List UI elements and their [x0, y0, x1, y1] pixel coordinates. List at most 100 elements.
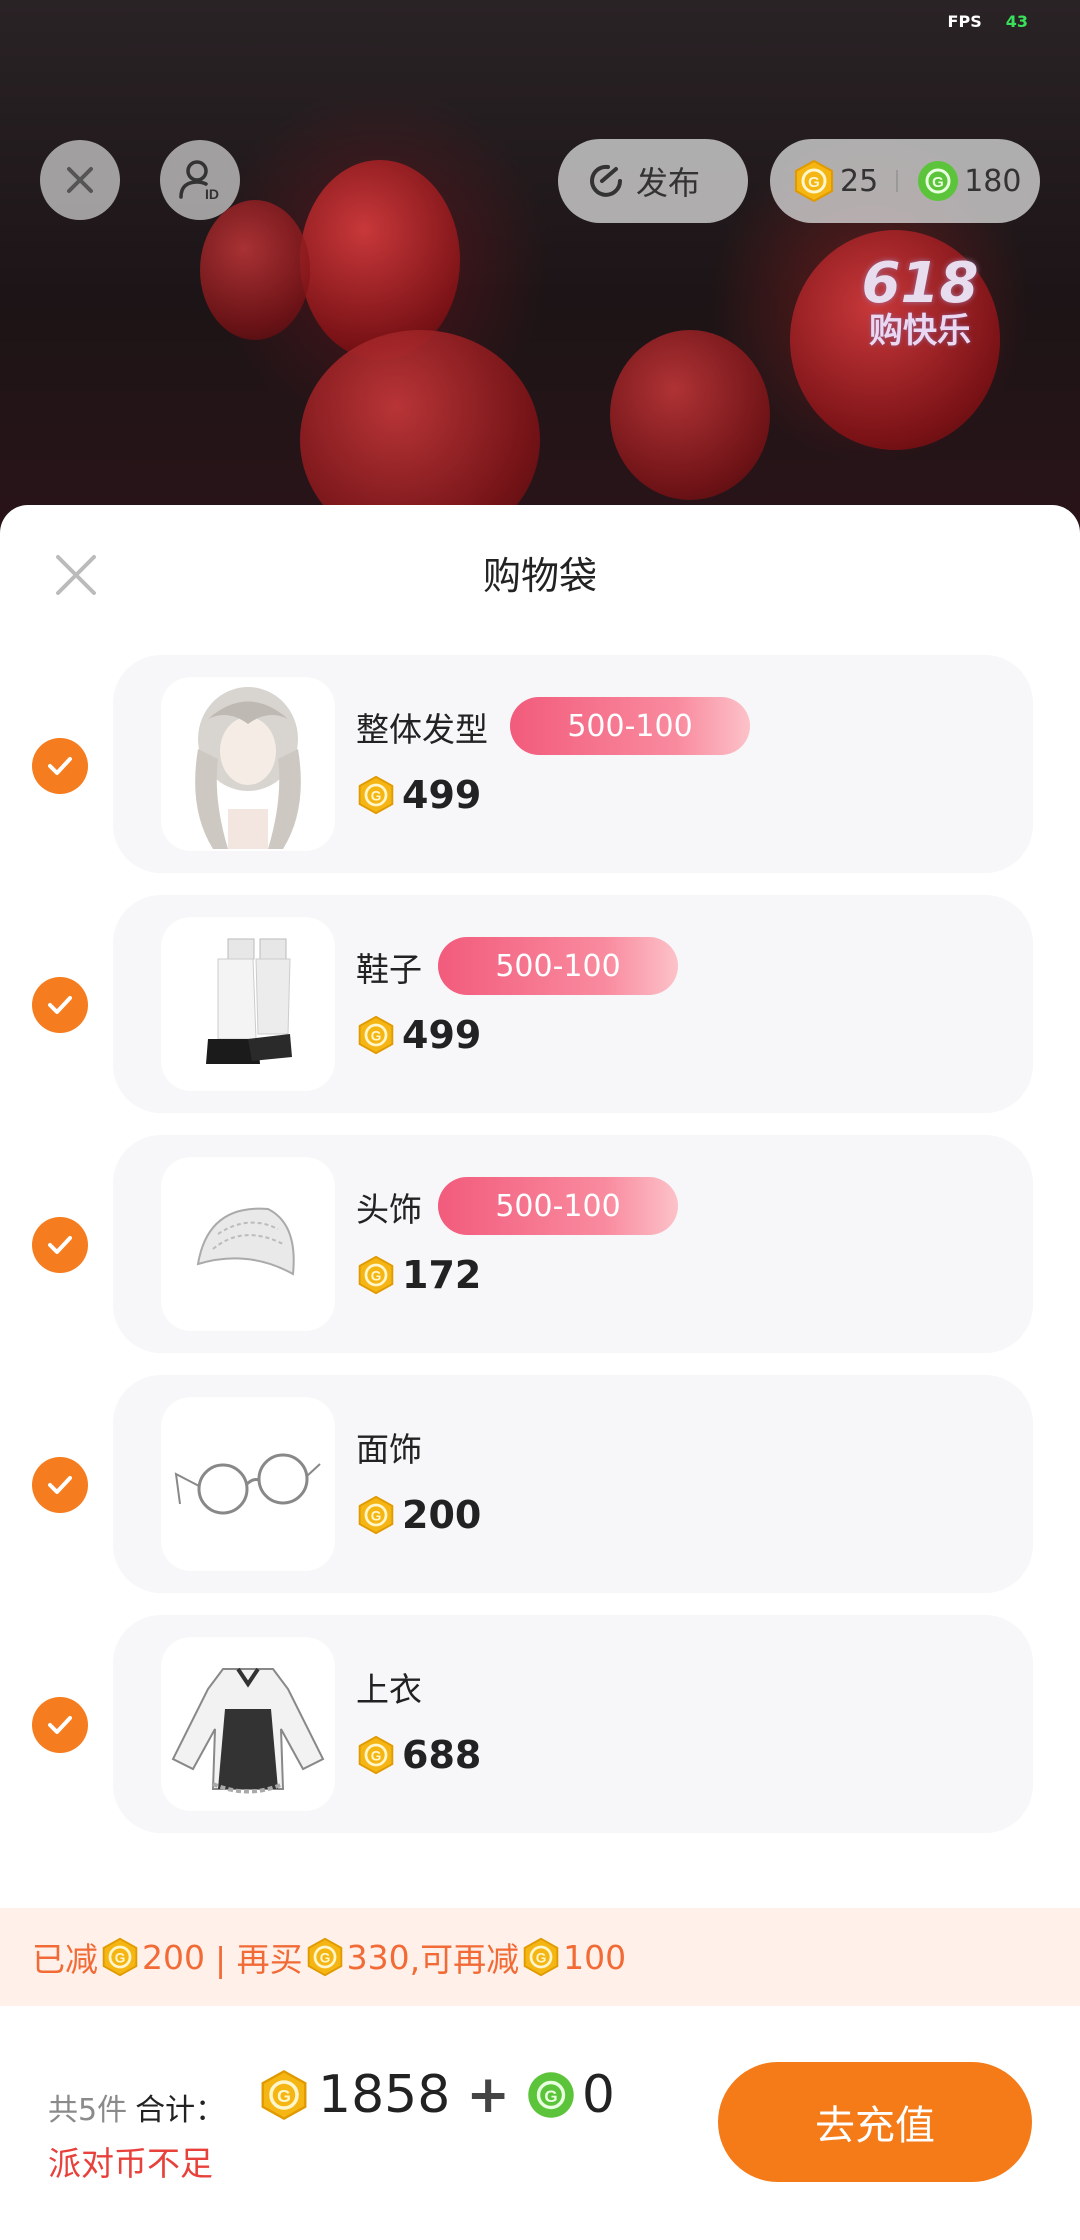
promo-badge: 500-100 — [438, 1177, 678, 1235]
publish-icon — [590, 164, 622, 197]
svg-text:G: G — [371, 1268, 382, 1283]
item-price-value: 172 — [402, 1253, 482, 1297]
green-coin-count: 180 — [964, 163, 1022, 199]
can-reduce-amount: 100 — [563, 1937, 627, 1977]
top-icon — [171, 1667, 325, 1794]
hairstyle-icon — [195, 687, 301, 849]
svg-text:G: G — [371, 1508, 382, 1523]
item-checkbox[interactable] — [32, 738, 88, 794]
svg-text:G: G — [932, 174, 944, 191]
plus-sign: + — [466, 2065, 510, 2125]
checkmark-icon — [48, 1716, 72, 1734]
total-gold-value: 1858 — [318, 2065, 451, 2125]
gold-coin-icon: G — [307, 1937, 342, 1977]
svg-text:G: G — [371, 1028, 382, 1043]
close-icon — [67, 167, 93, 193]
gold-coin-icon: G — [261, 2070, 307, 2120]
item-checkbox[interactable] — [32, 1217, 88, 1273]
item-count: 共5件 — [48, 2093, 128, 2128]
gold-coin-icon: G — [523, 1937, 559, 1977]
item-price: G 499 — [356, 773, 481, 817]
gold-coin-icon: G — [358, 1495, 394, 1535]
item-thumbnail — [161, 917, 335, 1091]
discount-bar: 已减 G 200 | 再买 G 330 ,可再减 G 100 — [0, 1908, 1080, 2006]
item-price-value: 499 — [402, 773, 482, 817]
game-background: FPS 43 ID 发布 G 25 G 180 618 购快乐 — [0, 0, 1080, 540]
checkmark-icon — [48, 1476, 72, 1494]
svg-text:G: G — [544, 2087, 557, 2106]
total-price: G 1858 + G 0 — [258, 2065, 615, 2125]
fps-value: 43 — [1005, 12, 1028, 31]
item-thumbnail — [161, 1637, 335, 1811]
glasses-icon — [174, 1453, 321, 1515]
item-checkbox[interactable] — [32, 977, 88, 1033]
event-618-badge[interactable]: 618 购快乐 — [830, 251, 1010, 395]
currency-display[interactable]: G 25 G 180 — [770, 139, 1040, 223]
event-badge-number: 618 — [861, 251, 979, 316]
item-price: G 499 — [356, 1013, 481, 1057]
profile-id-button[interactable]: ID — [160, 140, 240, 220]
fps-counter: FPS 43 — [948, 12, 1028, 31]
cart-item-shoes[interactable]: 鞋子 500-100 G 499 — [113, 895, 1033, 1113]
green-coin-icon: G — [918, 161, 959, 201]
item-checkbox[interactable] — [32, 1697, 88, 1753]
svg-text:G: G — [115, 1950, 126, 1965]
insufficient-funds-warning: 派对币不足 — [48, 2144, 213, 2183]
reduced-label: 已减 — [32, 1940, 98, 1979]
cart-item-hairstyle[interactable]: 整体发型 500-100 G 499 — [113, 655, 1033, 873]
recharge-button[interactable]: 去充值 — [718, 2062, 1032, 2182]
gold-coin-icon: G — [358, 775, 394, 815]
svg-text:G: G — [808, 174, 820, 191]
checkmark-icon — [48, 757, 72, 775]
shopping-bag-sheet: 购物袋 整体发型 500-100 G 499 鞋子 500-100 G 499 … — [0, 505, 1080, 2240]
close-button[interactable] — [40, 140, 120, 220]
item-name: 鞋子 — [356, 950, 422, 989]
event-badge-text: 购快乐 — [869, 310, 971, 351]
item-thumbnail — [161, 1397, 335, 1571]
buy-more-label: | 再买 — [215, 1940, 303, 1979]
total-green-value: 0 — [581, 2065, 616, 2125]
item-price: G 688 — [356, 1733, 481, 1777]
headwear-icon — [196, 1207, 295, 1276]
currency-divider — [896, 170, 899, 192]
item-name: 面饰 — [356, 1430, 422, 1469]
footer-summary: 共5件 合计： — [48, 2085, 225, 2129]
gold-coin-count: 25 — [840, 163, 879, 199]
item-name: 整体发型 — [356, 710, 488, 749]
gold-coin-icon: G — [358, 1255, 394, 1295]
user-id-icon: ID — [179, 160, 219, 202]
item-price: G 200 — [356, 1493, 481, 1537]
gold-coin-icon: G — [102, 1937, 138, 1977]
promo-badge: 500-100 — [510, 697, 750, 755]
cart-item-headwear[interactable]: 头饰 500-100 G 172 — [113, 1135, 1033, 1353]
svg-text:G: G — [536, 1950, 547, 1965]
svg-text:G: G — [319, 1950, 330, 1965]
gold-coin-icon: G — [358, 1015, 394, 1055]
cart-item-top[interactable]: 上衣 G 688 — [113, 1615, 1033, 1833]
item-price: G 172 — [356, 1253, 481, 1297]
svg-text:G: G — [371, 1748, 382, 1763]
checkmark-icon — [48, 996, 72, 1014]
shoes-icon — [206, 938, 292, 1064]
item-price-value: 200 — [402, 1493, 482, 1537]
publish-button[interactable]: 发布 — [558, 139, 748, 223]
can-reduce-label: ,可再减 — [409, 1940, 520, 1979]
reduced-amount: 200 — [142, 1937, 205, 1977]
svg-text:G: G — [277, 2086, 291, 2106]
gold-coin-icon: G — [795, 159, 833, 203]
lantern-decoration — [610, 330, 770, 500]
item-checkbox[interactable] — [32, 1457, 88, 1513]
svg-text:G: G — [371, 788, 382, 803]
buy-more-amount: 330 — [346, 1937, 410, 1977]
item-price-value: 499 — [402, 1013, 482, 1057]
svg-text:ID: ID — [205, 186, 219, 202]
cart-item-face-accessory[interactable]: 面饰 G 200 — [113, 1375, 1033, 1593]
checkmark-icon — [48, 1236, 72, 1254]
publish-label: 发布 — [636, 164, 701, 202]
sheet-title: 购物袋 — [482, 554, 597, 598]
total-label: 合计： — [135, 2093, 226, 2128]
lantern-decoration — [200, 200, 310, 340]
gold-coin-icon: G — [358, 1735, 394, 1775]
item-name: 头饰 — [356, 1190, 422, 1229]
item-thumbnail — [161, 677, 335, 851]
